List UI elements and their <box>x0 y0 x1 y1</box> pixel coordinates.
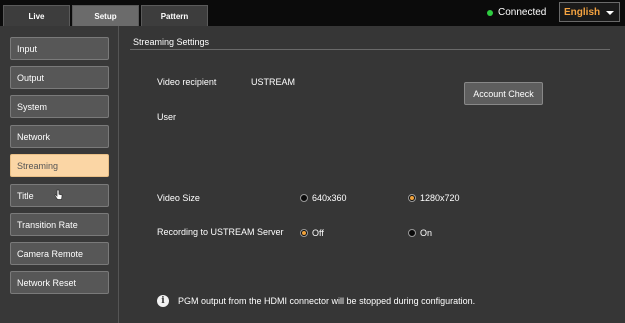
radio-label: 1280x720 <box>420 193 460 203</box>
sidebar-item-network-reset[interactable]: Network Reset <box>10 271 109 294</box>
streaming-settings-panel: Streaming Settings Video recipient USTRE… <box>120 26 625 323</box>
sidebar-item-input[interactable]: Input <box>10 37 109 60</box>
language-select[interactable]: English <box>559 2 620 22</box>
radio-label: On <box>420 228 433 238</box>
status-dot-icon <box>487 9 493 16</box>
sidebar-item-streaming[interactable]: Streaming <box>10 154 109 177</box>
status-text: Connected <box>498 7 547 18</box>
radio-label: Off <box>312 228 324 238</box>
sidebar-item-transition-rate[interactable]: Transition Rate <box>10 213 109 236</box>
sidebar-item-system[interactable]: System <box>10 95 109 118</box>
info-note: i PGM output from the HDMI connector wil… <box>157 295 475 307</box>
video-recipient-label: Video recipient <box>157 77 217 87</box>
sidebar-item-network[interactable]: Network <box>10 125 109 148</box>
account-check-button[interactable]: Account Check <box>464 82 543 105</box>
tab-pattern[interactable]: Pattern <box>141 5 208 26</box>
radio-label: 640x360 <box>312 193 347 203</box>
tab-live[interactable]: Live <box>3 5 70 26</box>
chevron-down-icon <box>606 11 614 15</box>
video-size-1280x720-radio[interactable]: 1280x720 <box>408 193 460 203</box>
radio-button-checked-icon <box>408 194 416 202</box>
video-size-640x360-radio[interactable]: 640x360 <box>300 193 347 203</box>
section-title: Streaming Settings <box>133 37 210 47</box>
sidebar-item-camera-remote[interactable]: Camera Remote <box>10 242 109 265</box>
recording-label: Recording to USTREAM Server <box>157 227 284 237</box>
recording-off-radio[interactable]: Off <box>300 228 324 238</box>
section-divider <box>130 49 610 50</box>
radio-button-icon <box>300 194 308 202</box>
user-label: User <box>157 112 177 122</box>
info-text: PGM output from the HDMI connector will … <box>178 296 476 306</box>
hand-cursor-icon <box>54 189 63 200</box>
language-value: English <box>564 6 601 18</box>
info-icon: i <box>157 295 169 307</box>
sidebar-item-output[interactable]: Output <box>10 66 109 89</box>
video-recipient-value: USTREAM <box>251 77 296 87</box>
recording-on-radio[interactable]: On <box>408 228 432 238</box>
radio-button-icon <box>408 229 416 237</box>
radio-button-checked-icon <box>300 229 308 237</box>
top-bar: Live Setup Pattern Connected English <box>0 0 625 26</box>
connection-status: Connected <box>487 7 546 18</box>
tab-setup[interactable]: Setup <box>72 5 139 26</box>
sidebar: Input Output System Network Streaming Ti… <box>0 26 119 323</box>
video-size-label: Video Size <box>157 193 200 203</box>
